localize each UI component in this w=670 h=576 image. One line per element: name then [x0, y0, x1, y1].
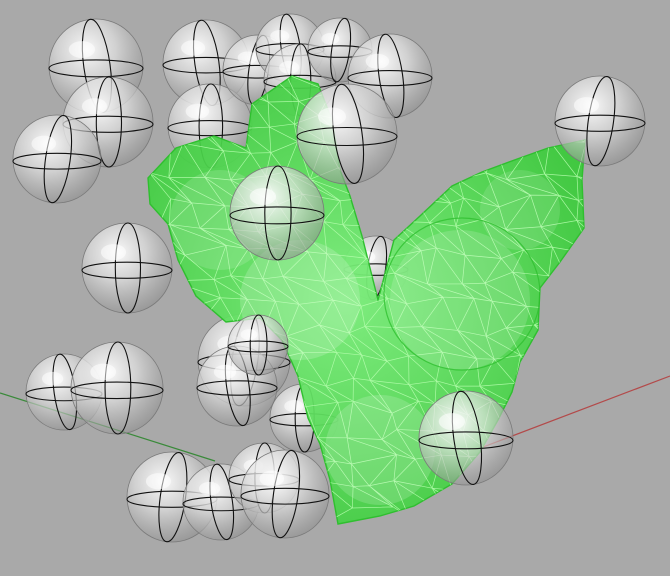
sphere — [227, 314, 289, 376]
sphere — [240, 449, 330, 539]
scene-canvas[interactable] — [0, 0, 670, 576]
sphere — [554, 75, 646, 167]
sphere — [418, 390, 514, 486]
sphere — [229, 165, 325, 261]
sphere — [70, 341, 164, 435]
sphere — [12, 114, 102, 204]
3d-viewport[interactable] — [0, 0, 670, 576]
sphere — [296, 83, 398, 185]
sphere — [81, 222, 173, 314]
